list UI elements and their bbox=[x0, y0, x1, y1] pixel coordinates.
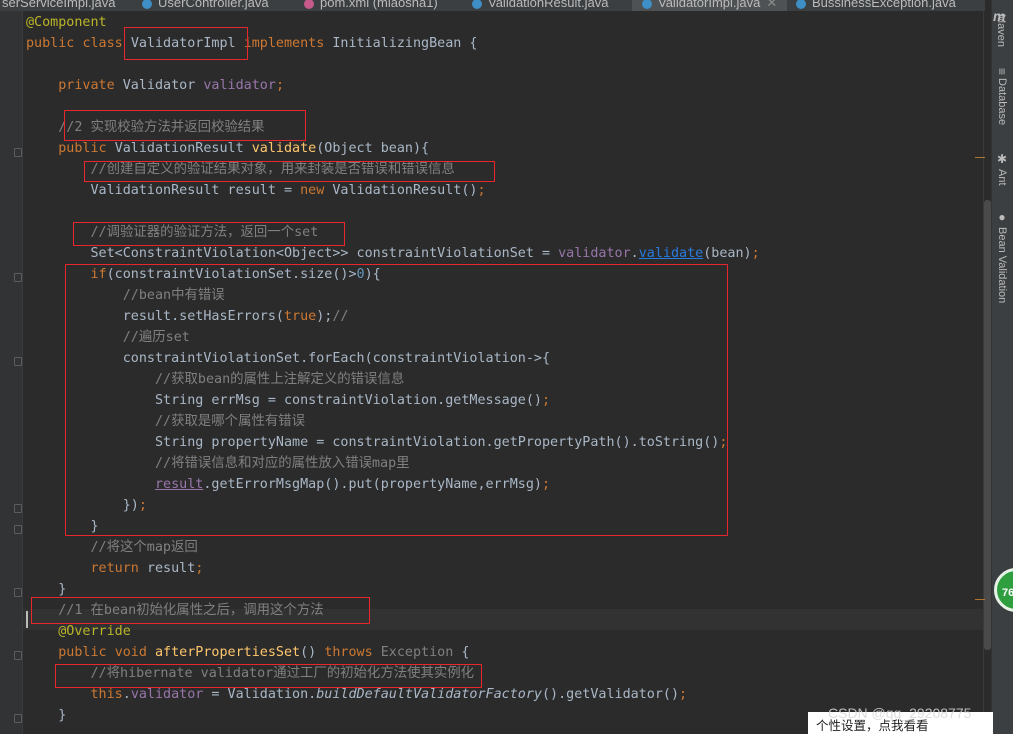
vertical-scrollbar[interactable] bbox=[984, 200, 991, 650]
fold-icon[interactable] bbox=[14, 273, 22, 282]
database-tool-button[interactable]: ≡ Database bbox=[995, 68, 1009, 125]
database-label: Database bbox=[996, 78, 1008, 126]
badge-value: 76 bbox=[1002, 587, 1013, 599]
code-line-9: Set<ConstraintViolation<Object>> constra… bbox=[90, 246, 760, 261]
tab-validator-impl[interactable]: ValidatorImpl.java ✕ bbox=[632, 0, 788, 11]
tab-label: BussinessException.java bbox=[812, 0, 956, 10]
tab-label: serServiceImpl.java bbox=[2, 0, 116, 10]
tab-label: ValidationResult.java bbox=[488, 0, 609, 10]
fold-icon[interactable] bbox=[14, 357, 22, 366]
highlight-box bbox=[124, 27, 248, 60]
fold-icon[interactable] bbox=[14, 588, 22, 597]
ant-tool-button[interactable]: ✱ Ant bbox=[995, 152, 1009, 186]
tab-label: ValidatorImpl.java bbox=[658, 0, 761, 10]
code-line-7: ValidationResult result = new Validation… bbox=[90, 183, 486, 198]
highlight-box bbox=[84, 161, 495, 182]
code-line-31: } bbox=[58, 708, 67, 723]
editor-tab-bar: serServiceImpl.java UserController.java … bbox=[0, 0, 985, 11]
right-tool-window-bar: Maven ≡Database ✱Ant ●Bean Validation bbox=[991, 0, 1013, 734]
code-line-27: @Override bbox=[58, 624, 131, 639]
ant-icon: ✱ bbox=[995, 152, 1009, 166]
tab-pom-xml[interactable]: pom.xml (miaosha1) bbox=[304, 0, 438, 11]
code-line-1: @Component bbox=[26, 15, 107, 30]
code-line-23: //将这个map返回 bbox=[90, 540, 198, 555]
tab-label: pom.xml (miaosha1) bbox=[320, 0, 438, 10]
tab-user-service-impl[interactable]: serServiceImpl.java bbox=[2, 0, 115, 11]
class-icon bbox=[142, 0, 152, 9]
warning-marker[interactable] bbox=[975, 157, 985, 158]
fold-icon[interactable] bbox=[14, 504, 22, 513]
bean-validation-label: Bean Validation bbox=[996, 227, 1008, 304]
fold-icon[interactable] bbox=[14, 525, 22, 534]
warning-marker[interactable] bbox=[975, 599, 985, 600]
class-icon bbox=[796, 0, 806, 9]
ant-label: Ant bbox=[996, 169, 1008, 186]
maven-icon: m bbox=[993, 8, 1006, 24]
tab-user-controller[interactable]: UserController.java bbox=[142, 0, 269, 11]
fold-icon[interactable] bbox=[14, 148, 22, 157]
highlight-box bbox=[55, 664, 482, 688]
code-line-2: public class ValidatorImpl implements In… bbox=[26, 36, 478, 51]
highlight-box bbox=[64, 110, 306, 141]
code-line-3: private Validator validator; bbox=[58, 78, 284, 93]
tab-label: UserController.java bbox=[158, 0, 269, 10]
tab-validation-result[interactable]: ValidationResult.java bbox=[472, 0, 608, 11]
tab-bussiness-exception[interactable]: BussinessException.java bbox=[796, 0, 956, 11]
close-icon[interactable]: ✕ bbox=[766, 0, 777, 10]
fold-icon[interactable] bbox=[14, 651, 22, 660]
highlight-box bbox=[31, 597, 370, 624]
maven-file-icon bbox=[304, 0, 314, 9]
highlight-box bbox=[65, 264, 728, 536]
code-line-24: return result; bbox=[90, 561, 204, 576]
bean-icon: ● bbox=[995, 210, 1009, 224]
code-line-5: public ValidationResult validate(Object … bbox=[58, 141, 430, 156]
code-line-28: public void afterPropertiesSet() throws … bbox=[58, 645, 470, 660]
highlight-box bbox=[73, 222, 345, 246]
watermark: CSDN @qq_29208775 bbox=[828, 705, 972, 721]
class-icon bbox=[642, 0, 652, 9]
bean-validation-tool-button[interactable]: ● Bean Validation bbox=[995, 210, 1009, 303]
class-icon bbox=[472, 0, 482, 9]
database-icon: ≡ bbox=[995, 68, 1009, 76]
editor-gutter bbox=[0, 11, 23, 734]
toast-label: 个性设置，点我看看 bbox=[816, 719, 929, 733]
fold-icon[interactable] bbox=[14, 714, 22, 723]
